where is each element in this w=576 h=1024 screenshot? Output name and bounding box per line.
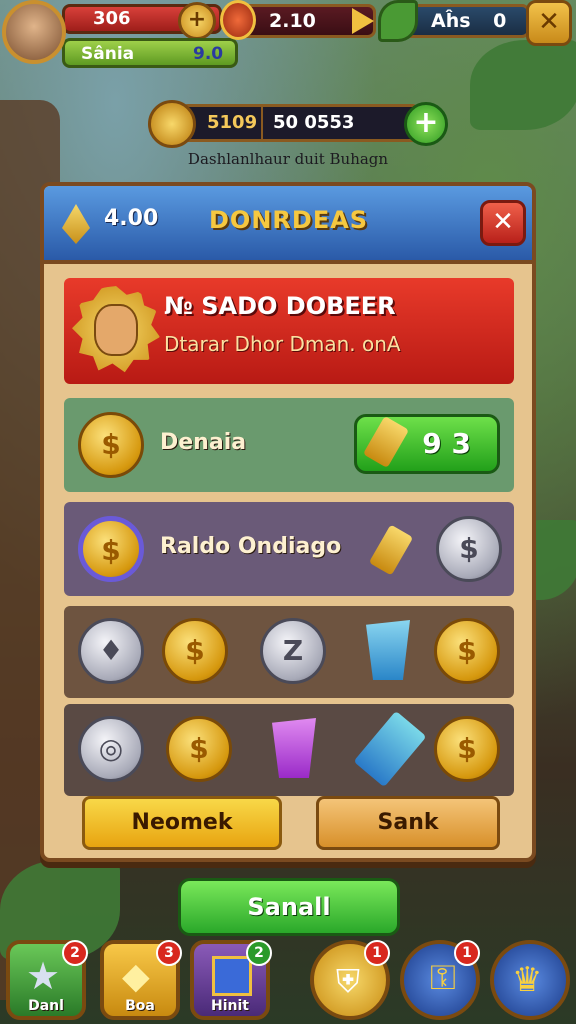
gem-icon [368, 524, 414, 576]
dollar-coin-icon[interactable]: $ [434, 618, 500, 684]
currency-bar: 5109 50 0553 [180, 104, 420, 142]
row1-label: Denaia [160, 430, 247, 455]
ticket-icon[interactable] [353, 710, 427, 788]
player-score: 9.0 [193, 44, 224, 64]
nav-gem[interactable]: ◆ Boa 3 [100, 940, 182, 1020]
sun-badge-icon [72, 286, 160, 373]
banner-title: № SADO DOBEER [164, 292, 396, 320]
nav-star[interactable]: ★ Danl 2 [6, 940, 88, 1020]
player-name: Sânia [81, 44, 135, 64]
silver-coin-icon[interactable]: $ [436, 516, 502, 582]
panel-header: 4.00 DONRDEAS ✕ [44, 186, 532, 264]
portrait-icon [94, 304, 138, 356]
header-value: 4.00 [104, 206, 159, 231]
torch-icon [220, 0, 256, 40]
player-name-bar: Sânia 9.0 [62, 38, 238, 68]
top-hud: 306 + Sânia 9.0 2.10 Aĥs 0 ✕ [0, 0, 576, 80]
key-icon: ⚿ [430, 958, 456, 998]
offer-banner[interactable]: № SADO DOBEER Dtarar Dhor Dman. onA [64, 278, 514, 384]
reward-row-2: ◎ $ $ [64, 704, 514, 796]
currency-amount-b: 50 0553 [273, 112, 355, 133]
resource-value: 2.10 [269, 10, 316, 32]
potion-cup-icon[interactable] [366, 620, 410, 680]
offer-row-2[interactable]: $ Raldo Ondiago $ [64, 502, 514, 596]
dollar-coin-icon[interactable]: $ [166, 716, 232, 782]
left-action-button[interactable]: Neomek [82, 796, 282, 850]
nav-book[interactable]: Hinit 2 [190, 940, 272, 1020]
silver-token-icon[interactable]: ◎ [78, 716, 144, 782]
currency-subtitle: Dashlanlhaur duit Buhagn [187, 150, 389, 168]
shop-panel: 4.00 DONRDEAS ✕ № SADO DOBEER Dtarar Dho… [40, 182, 536, 862]
dollar-coin-icon: $ [78, 516, 144, 582]
silver-token-icon[interactable]: ♦ [78, 618, 144, 684]
close-top-button[interactable]: ✕ [526, 0, 572, 46]
panel-title: DONRDEAS [209, 206, 369, 234]
leaf-icon [378, 0, 418, 42]
buy-price: 9 3 [422, 427, 471, 460]
player-avatar[interactable] [2, 0, 66, 64]
nav-badge: 1 [454, 940, 480, 966]
leaves-value: 0 [493, 10, 507, 32]
dollar-coin-icon: $ [78, 412, 144, 478]
add-currency-button[interactable]: + [404, 102, 448, 146]
dollar-coin-icon[interactable]: $ [434, 716, 500, 782]
reward-row-1: ♦ $ Z $ [64, 606, 514, 698]
nav-badge: 1 [364, 940, 390, 966]
leaves-label: Aĥs [431, 10, 471, 32]
add-health-button[interactable]: + [178, 2, 216, 40]
nav-crown[interactable]: ♛ [490, 940, 570, 1020]
close-panel-button[interactable]: ✕ [480, 200, 526, 246]
crystal-icon [62, 204, 90, 244]
coin-icon [148, 100, 196, 148]
nav-badge: 2 [246, 940, 272, 966]
nav-shield[interactable]: ⛨ 1 [310, 940, 390, 1020]
nav-label: Hinit [211, 998, 249, 1014]
offer-row-1[interactable]: $ Denaia 9 3 [64, 398, 514, 492]
nav-label: Danl [28, 998, 64, 1014]
send-button[interactable]: Sanall [178, 878, 400, 936]
crown-icon: ♛ [512, 960, 543, 1000]
right-action-button[interactable]: Sank [316, 796, 500, 850]
dollar-coin-icon[interactable]: $ [162, 618, 228, 684]
nav-badge: 2 [62, 940, 88, 966]
nav-label: Boa [125, 998, 155, 1014]
currency-amount-a: 5109 [207, 112, 258, 133]
book-icon [212, 956, 252, 996]
shield-icon: ⛨ [336, 962, 361, 1000]
row2-label: Raldo Ondiago [160, 534, 342, 559]
gem-icon: ◆ [122, 956, 150, 997]
star-icon: ★ [26, 954, 61, 998]
silver-coin-icon[interactable]: Z [260, 618, 326, 684]
health-value: 306 [93, 8, 131, 29]
potion-cup-icon[interactable] [272, 718, 316, 778]
nav-key[interactable]: ⚿ 1 [400, 940, 480, 1020]
nav-badge: 3 [156, 940, 182, 966]
banner-subtitle: Dtarar Dhor Dman. onA [164, 332, 401, 356]
currency-divider [261, 107, 263, 139]
